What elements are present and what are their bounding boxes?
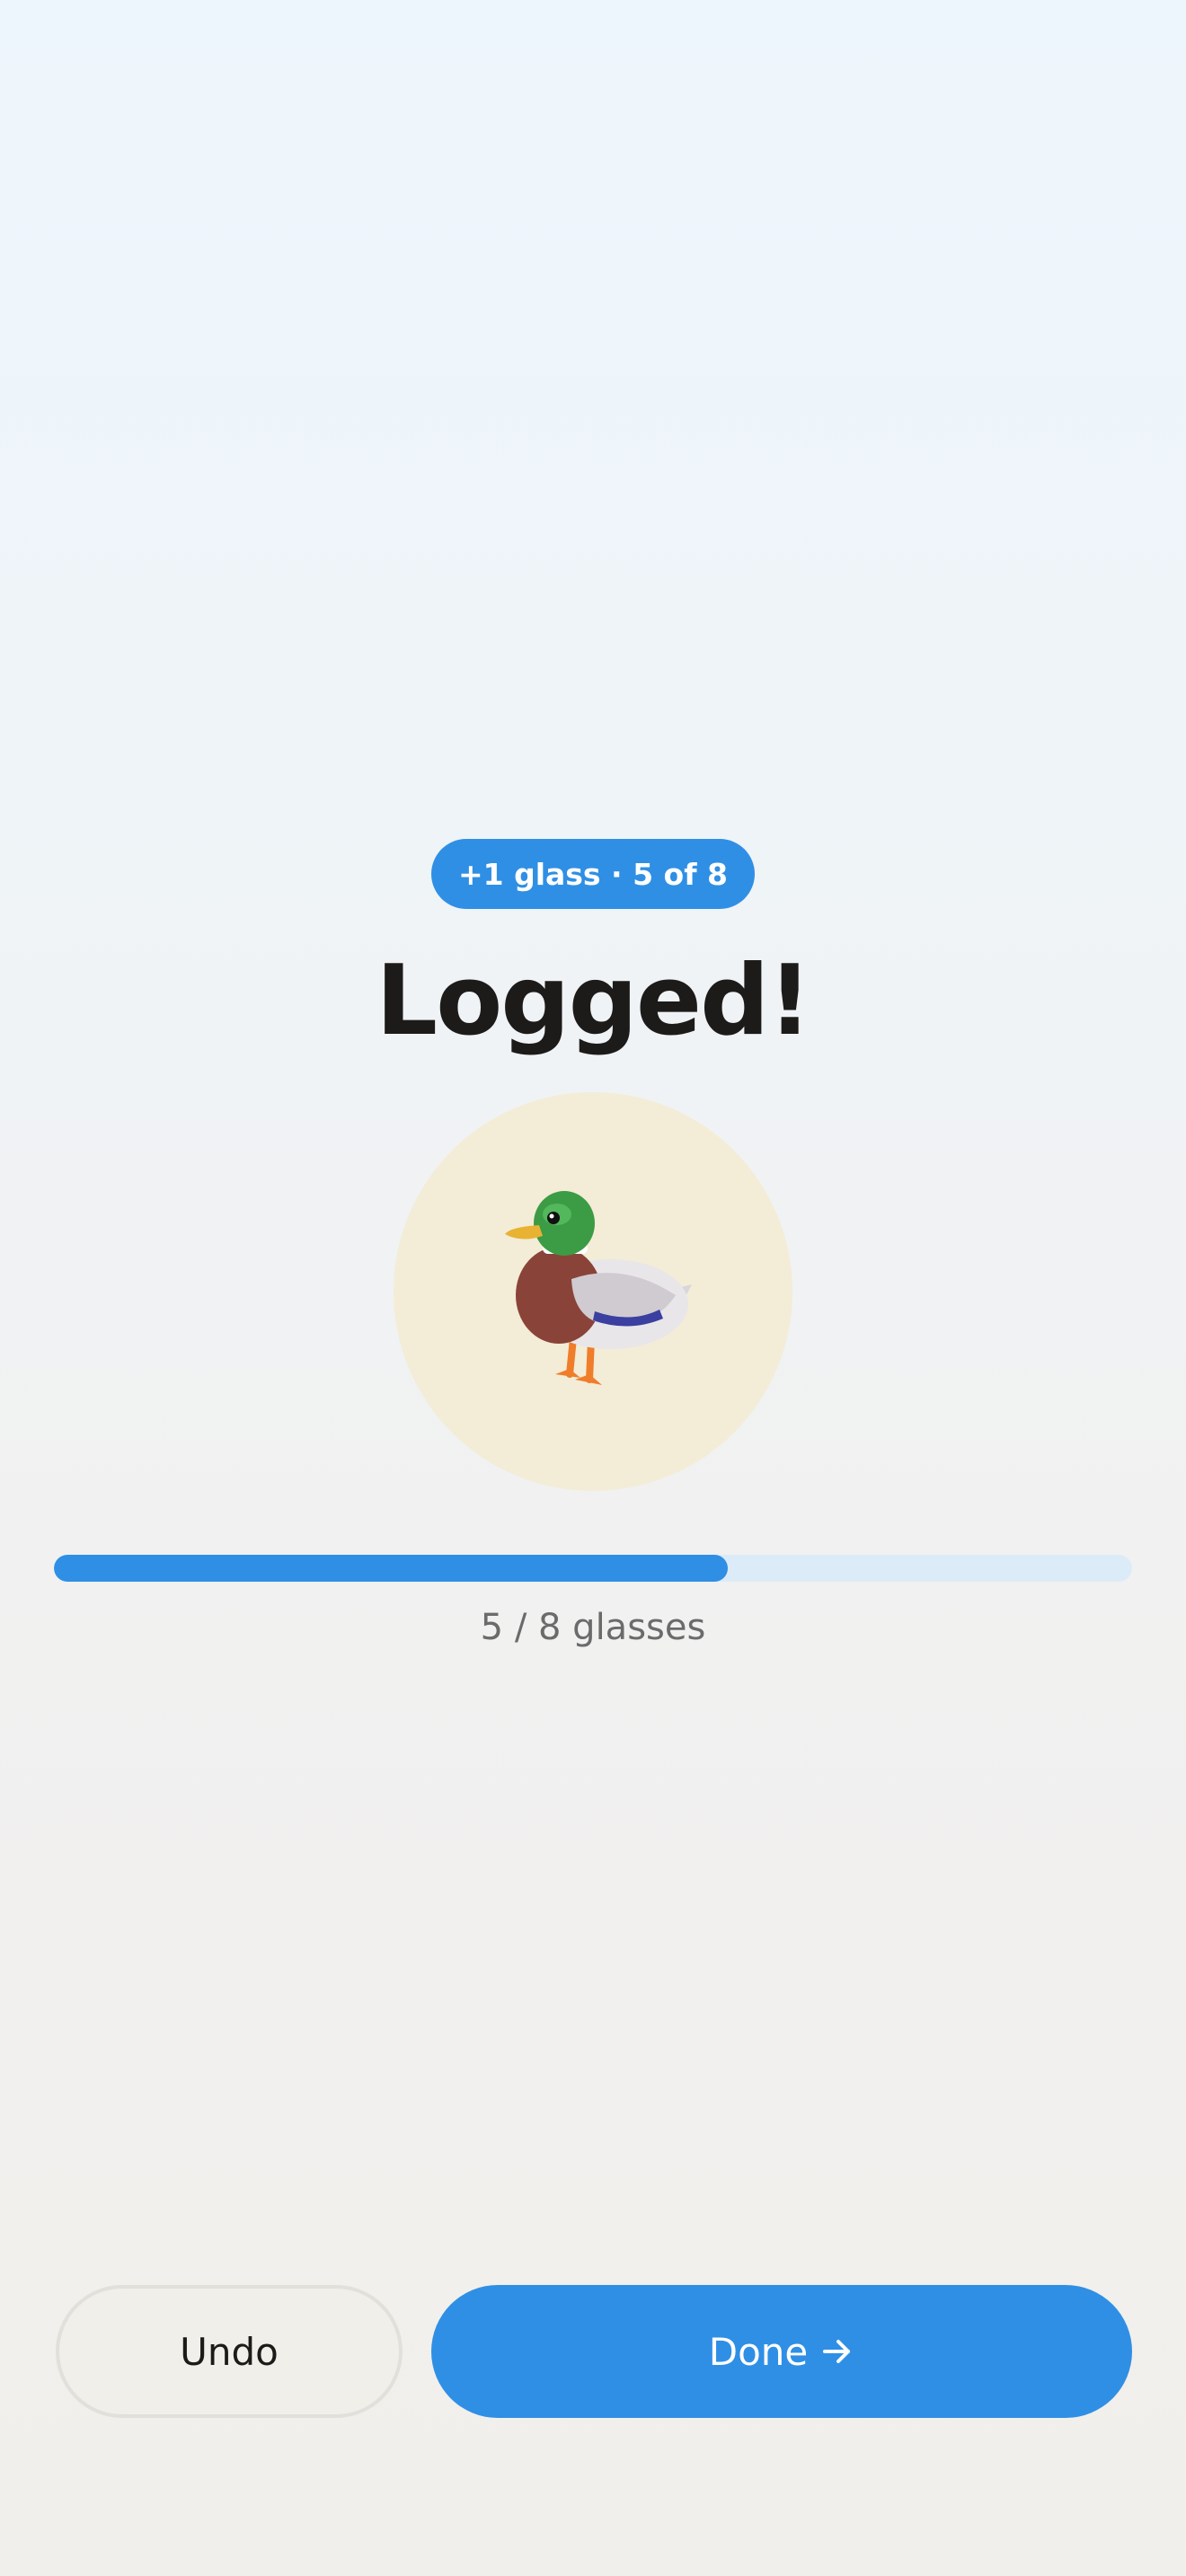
- progress-label: 5 / 8 glasses: [480, 1607, 706, 1648]
- duck-icon: [505, 1191, 692, 1385]
- undo-button[interactable]: Undo: [56, 2285, 403, 2418]
- glass-count-badge: +1 glass · 5 of 8: [431, 839, 755, 909]
- progress-bar: [54, 1555, 1132, 1582]
- undo-label: Undo: [180, 2329, 279, 2374]
- done-button[interactable]: Done: [431, 2285, 1132, 2418]
- done-label: Done: [708, 2329, 809, 2374]
- mascot-circle: [394, 1092, 792, 1491]
- progress-fill: [54, 1555, 728, 1582]
- arrow-right-icon: [823, 2340, 851, 2363]
- logged-screen: +1 glass · 5 of 8 Logged! 5 / 8 glasses …: [0, 0, 1186, 2576]
- page-title: Logged!: [376, 945, 811, 1057]
